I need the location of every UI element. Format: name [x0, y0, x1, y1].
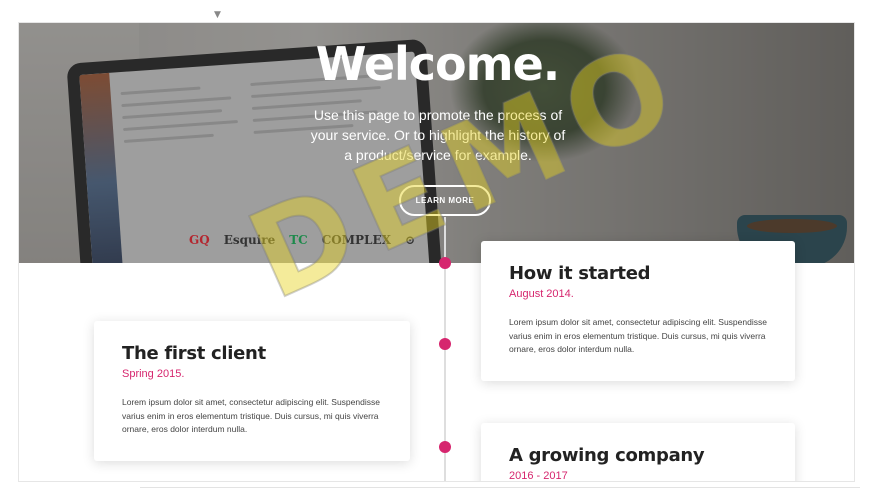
card-title: The first client [122, 343, 266, 364]
card-title: A growing company [509, 445, 705, 466]
hero-description: Use this page to promote the process of … [310, 107, 566, 163]
card-title: How it started [509, 263, 651, 284]
card-date: 2016 - 2017 [509, 470, 568, 482]
card-body: Lorem ipsum dolor sit amet, consectetur … [509, 317, 767, 354]
hero-section: GQ Esquire TC COMPLEX ⊙ Welcome. Use thi… [19, 23, 854, 263]
timeline-dot [439, 338, 451, 350]
timeline-card-first-client: The first client Spring 2015. Lorem ipsu… [94, 321, 410, 461]
timeline-card-how-it-started: How it started August 2014. Lorem ipsum … [481, 241, 795, 381]
page-frame: GQ Esquire TC COMPLEX ⊙ Welcome. Use thi… [18, 22, 855, 482]
logo-circle: ⊙ [404, 233, 416, 247]
timeline-card-growing-company: A growing company 2016 - 2017 [481, 423, 795, 482]
logo-esquire: Esquire [223, 233, 276, 247]
card-date: Spring 2015. [122, 368, 185, 380]
learn-more-button[interactable]: LEARN MORE [399, 185, 491, 216]
logo-complex: COMPLEX [321, 233, 391, 247]
card-date: August 2014. [509, 288, 574, 300]
chevron-down-icon: ▼ [214, 10, 221, 20]
divider [140, 487, 860, 488]
hero-title: Welcome. [315, 37, 561, 91]
logo-gq: GQ [189, 233, 210, 247]
logo-tc: TC [289, 233, 308, 247]
timeline-dot [439, 441, 451, 453]
timeline-dot [439, 257, 451, 269]
card-body: Lorem ipsum dolor sit amet, consectetur … [122, 397, 380, 434]
press-logos: GQ Esquire TC COMPLEX ⊙ [189, 233, 415, 247]
